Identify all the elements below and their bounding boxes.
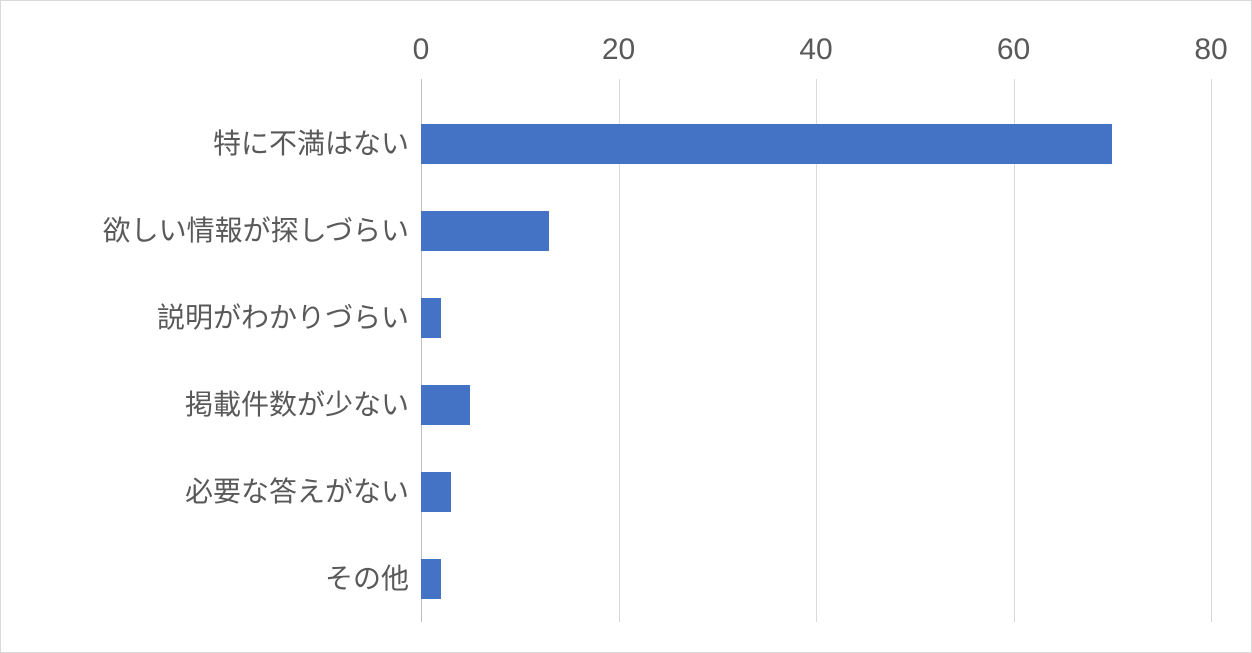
bar [421, 124, 1112, 164]
gridline [1211, 79, 1212, 622]
x-tick-label: 80 [1194, 33, 1227, 67]
x-tick-label: 20 [602, 33, 635, 67]
bar [421, 472, 451, 512]
x-axis-region: 0 20 40 60 80 [421, 19, 1211, 79]
x-axis: 0 20 40 60 80 [21, 19, 1211, 79]
plot-area: 0 20 40 60 80 特に不満はない 欲しい情報が探しづらい 説明がわかり… [21, 19, 1211, 622]
category-label: 欲しい情報が探しづらい [21, 217, 421, 245]
category-label: 必要な答えがない [21, 478, 421, 506]
bar [421, 298, 441, 338]
bar [421, 385, 470, 425]
bar [421, 211, 549, 251]
bar [421, 559, 441, 599]
bar-region [421, 79, 1211, 622]
plot: 0 20 40 60 80 特に不満はない 欲しい情報が探しづらい 説明がわかり… [21, 19, 1211, 622]
x-tick-label: 0 [413, 33, 430, 67]
bars-area: 特に不満はない 欲しい情報が探しづらい 説明がわかりづらい 掲載件数が少ない 必… [21, 79, 1211, 622]
category-label: その他 [21, 565, 421, 593]
category-label: 掲載件数が少ない [21, 391, 421, 419]
category-label: 特に不満はない [21, 130, 421, 158]
x-tick-label: 40 [799, 33, 832, 67]
x-tick-label: 60 [997, 33, 1030, 67]
category-label: 説明がわかりづらい [21, 304, 421, 332]
chart-frame: 0 20 40 60 80 特に不満はない 欲しい情報が探しづらい 説明がわかり… [0, 0, 1252, 653]
